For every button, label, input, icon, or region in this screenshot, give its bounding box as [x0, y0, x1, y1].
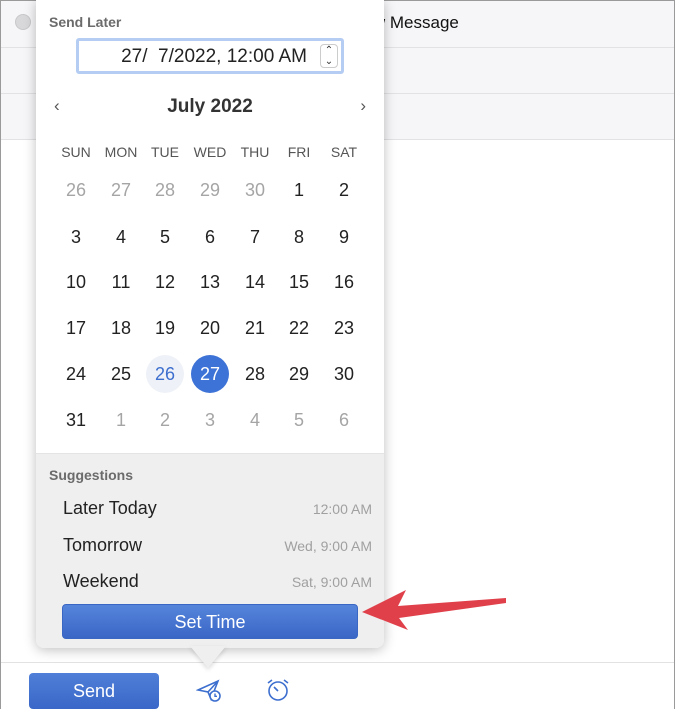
send-later-icon[interactable]: [196, 677, 222, 703]
calendar-day[interactable]: 13: [191, 263, 229, 301]
suggestion-tomorrow[interactable]: Tomorrow Wed, 9:00 AM: [63, 535, 372, 559]
calendar-day[interactable]: 1: [102, 401, 140, 439]
set-time-button[interactable]: Set Time: [62, 604, 358, 639]
suggestion-later-today[interactable]: Later Today 12:00 AM: [63, 498, 372, 522]
popover-pointer: [190, 646, 226, 668]
send-later-popover: Send Later 27/ 7/2022, 12:00 AM ⌃ ⌄ ‹ Jul…: [36, 0, 384, 648]
send-button[interactable]: Send: [29, 673, 159, 709]
month-label: July 2022: [167, 96, 253, 117]
annotation-arrow-icon: [362, 590, 506, 630]
calendar-day[interactable]: 31: [57, 401, 95, 439]
calendar-day[interactable]: 17: [57, 309, 95, 347]
calendar-day[interactable]: 6: [191, 218, 229, 256]
calendar-day[interactable]: 11: [102, 263, 140, 301]
calendar-day[interactable]: 4: [102, 218, 140, 256]
chevron-down-icon[interactable]: ⌄: [325, 56, 333, 67]
suggestion-label: Later Today: [63, 498, 157, 518]
calendar-day[interactable]: 15: [280, 263, 318, 301]
calendar-day[interactable]: 7: [236, 218, 274, 256]
weekday-header: SUN: [61, 144, 91, 160]
calendar-day[interactable]: 23: [325, 309, 363, 347]
calendar-day[interactable]: 12: [146, 263, 184, 301]
calendar-day[interactable]: 2: [146, 401, 184, 439]
weekday-header: FRI: [287, 144, 311, 160]
weekday-header: WED: [193, 144, 227, 160]
next-month-button[interactable]: ›: [360, 96, 366, 116]
alarm-clock-icon[interactable]: [265, 677, 291, 703]
calendar-day[interactable]: 19: [146, 309, 184, 347]
calendar-day[interactable]: 30: [325, 355, 363, 393]
calendar-day[interactable]: 3: [191, 401, 229, 439]
calendar-day[interactable]: 27: [191, 355, 229, 393]
datetime-stepper[interactable]: ⌃ ⌄: [320, 44, 338, 68]
chevron-up-icon[interactable]: ⌃: [325, 45, 333, 56]
suggestion-weekend[interactable]: Weekend Sat, 9:00 AM: [63, 571, 372, 595]
calendar-day[interactable]: 29: [280, 355, 318, 393]
weekday-header: SAT: [330, 144, 358, 160]
suggestion-label: Tomorrow: [63, 535, 143, 555]
calendar-day[interactable]: 8: [280, 218, 318, 256]
calendar-day[interactable]: 1: [280, 171, 318, 209]
calendar-day[interactable]: 30: [236, 171, 274, 209]
suggestion-time: Wed, 9:00 AM: [284, 538, 372, 554]
popover-title: Send Later: [49, 14, 122, 30]
calendar-day[interactable]: 5: [146, 218, 184, 256]
calendar-day[interactable]: 28: [236, 355, 274, 393]
calendar-day[interactable]: 27: [102, 171, 140, 209]
calendar-day[interactable]: 5: [280, 401, 318, 439]
weekday-header: TUE: [151, 144, 179, 160]
calendar-day[interactable]: 29: [191, 171, 229, 209]
calendar-day[interactable]: 18: [102, 309, 140, 347]
calendar-day[interactable]: 3: [57, 218, 95, 256]
weekday-header: THU: [240, 144, 270, 160]
weekday-header: MON: [104, 144, 138, 160]
calendar-day[interactable]: 22: [280, 309, 318, 347]
calendar-day[interactable]: 2: [325, 171, 363, 209]
datetime-field[interactable]: 27/ 7/2022, 12:00 AM ⌃ ⌄: [76, 38, 344, 74]
calendar-day[interactable]: 24: [57, 355, 95, 393]
datetime-value: 27/ 7/2022, 12:00 AM: [121, 46, 307, 67]
calendar-day[interactable]: 10: [57, 263, 95, 301]
calendar-day[interactable]: 21: [236, 309, 274, 347]
calendar-day[interactable]: 26: [57, 171, 95, 209]
calendar-day[interactable]: 6: [325, 401, 363, 439]
suggestions-section: Suggestions Later Today 12:00 AM Tomorrow…: [36, 453, 384, 648]
suggestions-title: Suggestions: [49, 467, 134, 483]
calendar-day[interactable]: 14: [236, 263, 274, 301]
calendar-day[interactable]: 26: [146, 355, 184, 393]
calendar-day[interactable]: 28: [146, 171, 184, 209]
calendar-day[interactable]: 4: [236, 401, 274, 439]
calendar-day[interactable]: 16: [325, 263, 363, 301]
calendar-day[interactable]: 9: [325, 218, 363, 256]
calendar-day[interactable]: 25: [102, 355, 140, 393]
calendar-day[interactable]: 20: [191, 309, 229, 347]
suggestion-time: 12:00 AM: [312, 501, 372, 517]
suggestion-label: Weekend: [63, 571, 139, 591]
